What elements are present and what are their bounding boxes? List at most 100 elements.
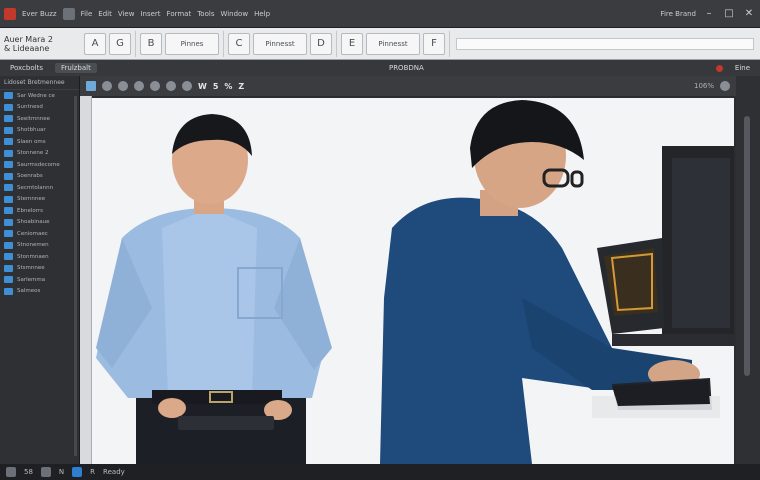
layer-label: Stsmnnee xyxy=(17,265,45,272)
settings-icon[interactable] xyxy=(720,81,730,91)
menu-item-app[interactable]: Ever Buzz xyxy=(22,10,57,18)
ribbon-search-field[interactable] xyxy=(456,37,754,50)
vertical-scrollbar[interactable] xyxy=(736,76,760,464)
layer-list-item[interactable]: Secmtolannn xyxy=(0,182,79,194)
select-tool-icon[interactable] xyxy=(86,81,96,91)
layer-label: Secmtolannn xyxy=(17,184,54,191)
status-item-2[interactable]: N xyxy=(59,468,64,476)
layer-thumbnail-icon xyxy=(4,103,13,111)
ribbon-button-e[interactable]: E xyxy=(341,32,363,55)
tab-active[interactable]: Frulzbalt xyxy=(54,63,97,73)
toolbar-item-3[interactable]: Z xyxy=(238,82,244,91)
layer-label: Sarlemma xyxy=(17,276,46,283)
ribbon-button-f[interactable]: F xyxy=(423,32,445,55)
layer-thumbnail-icon xyxy=(4,264,13,272)
text-tool-icon[interactable] xyxy=(134,81,144,91)
layer-label: Seeitmnnee xyxy=(17,115,51,122)
grid-icon[interactable] xyxy=(6,467,16,477)
layer-label: Saurmsdecome xyxy=(17,161,60,168)
status-item-3[interactable]: R xyxy=(90,468,95,476)
layer-list-item[interactable]: Stnonemen xyxy=(0,240,79,252)
layer-list-item[interactable]: Suntnesd xyxy=(0,102,79,114)
ribbon-button-c[interactable]: C xyxy=(228,32,250,55)
layers-scrollbar[interactable] xyxy=(74,96,77,456)
layer-label: Ceniomaec xyxy=(17,230,48,237)
menu-item-file[interactable]: File xyxy=(81,10,93,18)
crop-tool-icon[interactable] xyxy=(166,81,176,91)
toolbar-item-2[interactable]: % xyxy=(224,82,232,91)
layer-list-item[interactable]: Ebnelorrs xyxy=(0,205,79,217)
layer-list-item[interactable]: Slaen oms xyxy=(0,136,79,148)
shape-tool-icon[interactable] xyxy=(118,81,128,91)
layer-list-item[interactable]: Saurmsdecome xyxy=(0,159,79,171)
document-toolbar: W 5 % Z 106% xyxy=(80,76,736,96)
layer-thumbnail-icon xyxy=(4,138,13,146)
layer-thumbnail-icon xyxy=(4,241,13,249)
menu-item-format[interactable]: Format xyxy=(167,10,192,18)
ribbon-wide-button-3[interactable]: Pinnesst xyxy=(366,32,420,55)
layer-thumbnail-icon xyxy=(4,92,13,100)
layer-list-item[interactable]: Stsmnnee xyxy=(0,263,79,275)
tab-right[interactable]: Eine xyxy=(729,63,756,73)
layer-list-item[interactable]: Seeitmnnee xyxy=(0,113,79,125)
layer-list-item[interactable]: Shoabinaue xyxy=(0,217,79,229)
menu-item-window[interactable]: Window xyxy=(220,10,248,18)
ribbon-group-insert: C Pinnesst D xyxy=(224,30,337,57)
layer-list-item[interactable]: Shotbhuar xyxy=(0,125,79,137)
zoom-level[interactable]: 106% xyxy=(694,82,714,90)
minimize-icon[interactable]: – xyxy=(702,8,716,19)
menu-item-view[interactable]: View xyxy=(118,10,135,18)
toolbar-item-1[interactable]: 5 xyxy=(213,82,219,91)
scrollbar-thumb[interactable] xyxy=(744,116,750,376)
layers-panel: Lidoset Bretmennee Sar Wedne ce Suntnesd S… xyxy=(0,76,80,464)
layer-label: Stnonemen xyxy=(17,242,49,249)
record-icon[interactable] xyxy=(715,64,723,72)
ribbon-subtitle: & Lideaane xyxy=(4,43,50,53)
layer-thumbnail-icon xyxy=(4,172,13,180)
menu-item-tools[interactable]: Tools xyxy=(197,10,214,18)
ribbon-wide-button-2[interactable]: Pinnesst xyxy=(253,32,307,55)
layer-list-item[interactable]: Stonnene 2 xyxy=(0,148,79,160)
layer-list-item[interactable]: Stonmnaen xyxy=(0,251,79,263)
canvas-illustration xyxy=(92,98,734,464)
layer-list-item[interactable]: Sarlemma xyxy=(0,274,79,286)
layer-thumbnail-icon xyxy=(4,287,13,295)
status-text: Ready xyxy=(103,468,125,476)
menu-item-insert[interactable]: Insert xyxy=(140,10,160,18)
layers-icon[interactable] xyxy=(40,467,51,477)
document-canvas[interactable] xyxy=(92,98,734,464)
layer-list-item[interactable]: Sar Wedne ce xyxy=(0,90,79,102)
layer-label: Shotbhuar xyxy=(17,127,46,134)
brush-tool-icon[interactable] xyxy=(102,81,112,91)
bold-button[interactable]: W xyxy=(198,82,207,91)
layer-label: Suntnesd xyxy=(17,104,43,111)
browser-icon[interactable] xyxy=(72,467,83,477)
layer-label: Ebnelorrs xyxy=(17,207,44,214)
ribbon-button-g[interactable]: G xyxy=(109,32,131,55)
layer-list-item[interactable]: Salmeos xyxy=(0,286,79,298)
ribbon-button-b[interactable]: B xyxy=(140,32,162,55)
menu-item-help[interactable]: Help xyxy=(254,10,270,18)
close-icon[interactable]: ✕ xyxy=(742,8,756,19)
tab-center[interactable]: PROBDNA xyxy=(383,63,430,73)
eyedropper-tool-icon[interactable] xyxy=(182,81,192,91)
ribbon-button-a[interactable]: A xyxy=(84,32,106,55)
menu-bar: Ever Buzz File Edit View Insert Format T… xyxy=(0,0,760,28)
layer-label: Soenrabs xyxy=(17,173,43,180)
layer-thumbnail-icon xyxy=(4,218,13,226)
menu-item-edit[interactable]: Edit xyxy=(98,10,112,18)
layer-list-item[interactable]: Stemnnee xyxy=(0,194,79,206)
maximize-icon[interactable]: □ xyxy=(722,8,736,19)
layer-label: Sar Wedne ce xyxy=(17,92,55,99)
ribbon-button-d[interactable]: D xyxy=(310,32,332,55)
status-item-1[interactable]: 58 xyxy=(24,468,33,476)
ribbon-title-block: Auer Mara 2 & Lideaane xyxy=(0,35,80,53)
menu-right-label: Fire Brand xyxy=(660,9,696,18)
tab-left[interactable]: Poxcbolts xyxy=(4,63,49,73)
fill-tool-icon[interactable] xyxy=(150,81,160,91)
layer-list-item[interactable]: Ceniomaec xyxy=(0,228,79,240)
layer-label: Shoabinaue xyxy=(17,219,50,226)
layer-label: Stonmnaen xyxy=(17,253,49,260)
layer-list-item[interactable]: Soenrabs xyxy=(0,171,79,183)
ribbon-wide-button-1[interactable]: Pinnes xyxy=(165,32,219,55)
